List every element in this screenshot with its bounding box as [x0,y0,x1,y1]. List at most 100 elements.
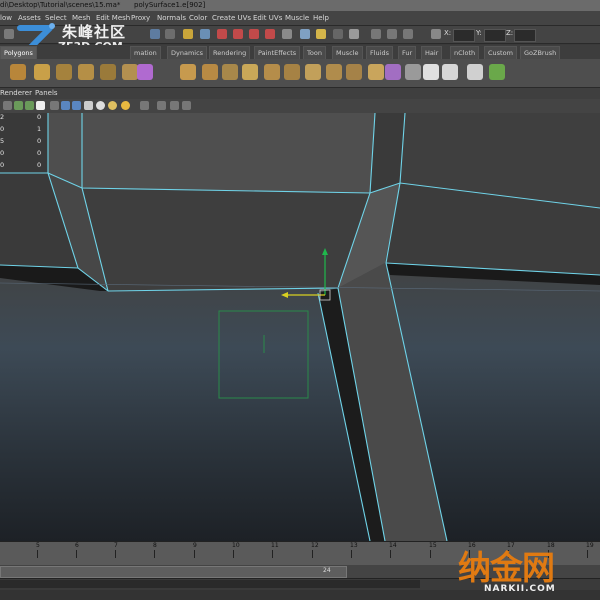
timeline-tick: 11 [271,542,279,549]
timeline-tick: 12 [311,542,319,549]
menu-create-uvs[interactable]: Create UVs [212,11,251,25]
panel-tool-icon-1[interactable] [3,101,12,110]
poly-cone-icon[interactable] [78,64,94,80]
menu-help[interactable]: Help [313,11,329,25]
panel-icon-2[interactable] [387,29,397,39]
hud-value: 0 [37,149,42,157]
y-label: Y: [476,29,482,37]
shadow-icon[interactable] [121,101,130,110]
menu-panels[interactable]: Panels [35,89,58,97]
panel-tool-icon-2[interactable] [14,101,23,110]
magnet-icon-3[interactable] [249,29,259,39]
tab-ncloth[interactable]: nCloth [450,46,480,59]
bridge-icon[interactable] [326,64,342,80]
tab-dynamics[interactable]: Dynamics [167,46,208,59]
panel-tool-icon-4[interactable] [36,101,45,110]
poly-sphere-icon[interactable] [10,64,26,80]
separate-icon[interactable] [202,64,218,80]
ipr-icon[interactable] [333,29,343,39]
x-field[interactable] [453,29,475,42]
tab-fluids[interactable]: Fluids [366,46,393,59]
extrude-icon[interactable] [305,64,321,80]
lights-icon[interactable] [84,101,93,110]
menu-color[interactable]: Color [189,11,207,25]
tab-custom[interactable]: Custom [484,46,517,59]
magnet-icon-4[interactable] [265,29,275,39]
hud-value: 0 [37,161,42,169]
mirror-icon[interactable] [284,64,300,80]
tab-fur[interactable]: Fur [398,46,417,59]
poly-cube-purple-icon[interactable] [137,64,153,80]
tab-gozbrush[interactable]: GoZBrush [520,46,561,59]
menu-window[interactable]: low [0,11,12,25]
snap-grid-icon[interactable] [200,29,210,39]
xray-icon[interactable] [157,101,166,110]
x-label: X: [444,29,452,37]
range-end-value: 24 [323,567,331,574]
textured-icon[interactable] [72,101,81,110]
boolean-icon[interactable] [264,64,280,80]
hud-value: 0 [37,113,42,121]
default-light-icon[interactable] [108,101,117,110]
panel-icon-3[interactable] [403,29,413,39]
history-icon[interactable] [282,29,292,39]
checker-icon-3[interactable] [467,64,483,80]
timeline-tick: 5 [36,542,40,549]
panel-tool-icon-3[interactable] [25,101,34,110]
timeline-tick: 13 [350,542,358,549]
sphere-shade-icon[interactable] [96,101,105,110]
checker-icon-4[interactable] [489,64,505,80]
append-icon[interactable] [346,64,362,80]
xray-components-icon[interactable] [182,101,191,110]
tab-rendering[interactable]: Rendering [209,46,251,59]
tab-polygons[interactable]: Polygons [0,46,37,59]
hud-poly-count: 2 0 5 0 0 0 1 0 0 0 [0,113,48,173]
tab-hair[interactable]: Hair [421,46,443,59]
isolate-icon[interactable] [140,101,149,110]
wireframe-icon[interactable] [50,101,59,110]
y-field[interactable] [484,29,506,42]
watermark-cn-text: 纳金网 [458,548,555,587]
xray-joints-icon[interactable] [170,101,179,110]
poly-plane-icon[interactable] [100,64,116,80]
tab-animation[interactable]: mation [130,46,161,59]
bevel-icon[interactable] [385,64,401,80]
hud-value: 0 [0,125,5,133]
menu-normals[interactable]: Normals [157,11,186,25]
smooth-shade-icon[interactable] [61,101,70,110]
magnet-icon-1[interactable] [217,29,227,39]
mesh-face [82,113,375,193]
checker-icon-1[interactable] [423,64,439,80]
poly-torus-icon[interactable] [122,64,138,80]
manip-x-arrow-icon[interactable] [281,292,288,298]
menu-set-icon[interactable] [4,29,14,39]
uv-editor-icon[interactable] [405,64,421,80]
range-slider[interactable] [0,566,347,578]
menu-muscle[interactable]: Muscle [285,11,309,25]
hud-value: 0 [0,161,5,169]
tab-painteffects[interactable]: PaintEffects [254,46,301,59]
z-label: Z: [506,29,514,37]
poly-cylinder-icon[interactable] [56,64,72,80]
render-icon[interactable] [300,29,310,39]
panel-icon-1[interactable] [371,29,381,39]
extract-icon[interactable] [222,64,238,80]
menu-edit-uvs[interactable]: Edit UVs [253,11,282,25]
command-input[interactable] [0,580,420,588]
menu-renderer[interactable]: Renderer [0,89,32,97]
lock-icon[interactable] [183,29,193,39]
magnet-icon-2[interactable] [233,29,243,39]
render-settings-icon[interactable] [316,29,326,39]
poly-cube-icon[interactable] [34,64,50,80]
tab-toon[interactable]: Toon [303,46,326,59]
hierarchy-icon[interactable] [165,29,175,39]
viewport[interactable] [0,113,600,541]
snapshot-icon[interactable] [349,29,359,39]
split-icon[interactable] [368,64,384,80]
smooth-icon[interactable] [242,64,258,80]
transform-icon[interactable] [431,29,441,39]
checker-icon-2[interactable] [442,64,458,80]
tab-muscle[interactable]: Muscle [332,46,363,59]
combine-icon[interactable] [180,64,196,80]
z-field[interactable] [514,29,536,42]
